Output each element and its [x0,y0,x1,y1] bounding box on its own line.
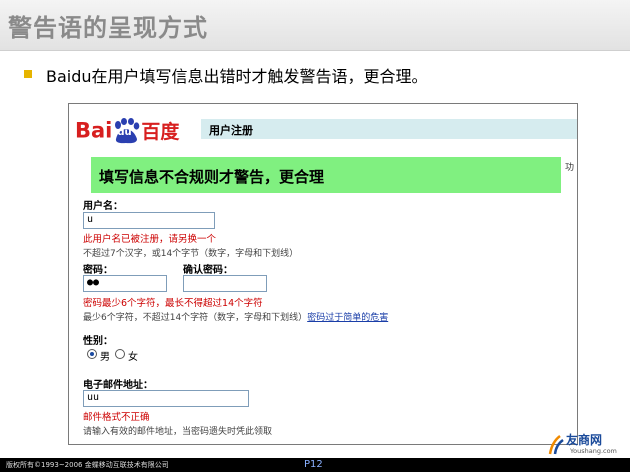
youshang-logo: 友商网 Youshang.com [546,430,628,458]
username-error: 此用户名已被注册，请另换一个 [83,234,217,245]
email-label: 电子邮件地址： [83,380,153,391]
youshang-logo-icon [548,435,564,455]
baidu-registration-screenshot: Bai du 百度 用户注册 填写信息不合规则才警告，更合理 功 用户名： u … [68,103,578,445]
registration-header-bar: 用户注册 [201,119,577,139]
registration-title: 用户注册 [209,124,253,137]
youshang-brand-name: 友商网 [566,433,603,447]
baidu-logo-du: du [117,126,132,138]
copyright-text: 版权所有©1993~2006 金蝶移动互联技术有限公司 [6,461,169,469]
cut-edge-text: 功 [565,163,575,173]
username-input[interactable]: u [83,212,215,229]
password-input[interactable]: ●● [83,275,167,292]
email-error: 邮件格式不正确 [83,412,150,423]
baidu-paw-icon: du [112,117,140,144]
gender-male-label: 男 [100,352,110,363]
warning-callout: 填写信息不合规则才警告，更合理 [91,157,561,193]
password-label: 密码： [83,265,113,276]
password-error: 密码最少6个字符，最长不得超过14个字符 [83,298,263,309]
password-hint: 最少6个字符，不超过14个字符（数字，字母和下划线） [83,313,308,323]
slide-footer: 版权所有©1993~2006 金蝶移动互联技术有限公司 P12 [0,458,630,472]
page-number: P12 [304,459,323,470]
email-hint: 请输入有效的邮件地址，当密码遗失时凭此领取 [83,427,273,437]
baidu-logo-chinese: 百度 [141,121,180,143]
youshang-brand-url: Youshang.com [570,447,617,455]
baidu-logo-bai: Bai [75,118,113,143]
bullet-marker [24,70,32,78]
title-divider [0,50,630,51]
gender-male-radio[interactable] [87,349,97,359]
bullet-text: Baidu在用户填写信息出错时才触发警告语，更合理。 [46,67,428,86]
gender-female-radio[interactable] [115,349,125,359]
password-risk-link[interactable]: 密码过于简单的危害 [307,313,388,323]
confirm-password-input[interactable] [183,275,267,292]
username-hint: 不超过7个汉字，或14个字节（数字，字母和下划线） [83,249,299,259]
warning-callout-text: 填写信息不合规则才警告，更合理 [99,168,325,186]
slide-title: 警告语的呈现方式 [8,14,208,42]
slide-header: 警告语的呈现方式 [0,0,630,50]
gender-label: 性别： [83,336,113,347]
confirm-password-label: 确认密码： [183,265,233,276]
password-hint-line: 最少6个字符，不超过14个字符（数字，字母和下划线）密码过于简单的危害 [83,310,388,323]
username-label: 用户名： [83,201,123,212]
email-input[interactable]: uu [83,390,249,407]
baidu-logo: Bai du 百度 [75,117,179,143]
gender-female-label: 女 [128,352,138,363]
